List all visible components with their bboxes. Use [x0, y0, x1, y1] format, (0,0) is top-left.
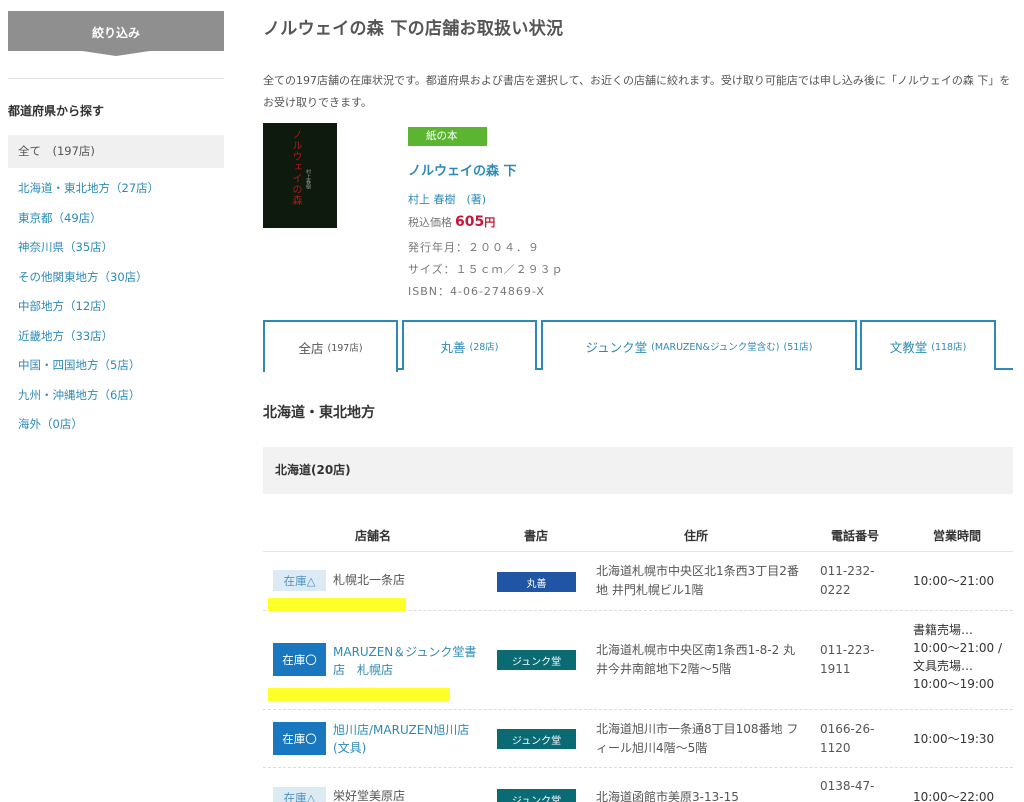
header-store-name: 店舗名 — [355, 529, 392, 543]
book-cover[interactable]: ノルウェイの森 村上春樹 — [263, 123, 337, 228]
tab-count: (28店) — [469, 342, 499, 353]
table-row: 在庫〇 旭川店/MARUZEN旭川店(文具) ジュンク堂 北海道旭川市一条通8丁… — [263, 711, 1013, 768]
tab-sublabel: (MARUZEN&ジュンク堂含む) — [651, 342, 780, 353]
sidebar-divider — [8, 78, 224, 79]
book-title-link[interactable]: ノルウェイの森 下 — [408, 160, 788, 179]
store-phone: 011-223-1911 — [820, 643, 875, 676]
store-address: 北海道札幌市中央区南1条西1-8-2 丸井今井南館地下2階～5階 — [596, 643, 796, 676]
store-name-link[interactable]: 旭川店/MARUZEN旭川店(文具) — [333, 721, 483, 757]
author-link[interactable]: 村上 春樹 (著) — [408, 191, 788, 207]
publish-date: 発行年月：２００４．９ — [408, 241, 540, 254]
store-tabs: 全店 (197店) 丸善 (28店) ジュンク堂 (MARUZEN&ジュンク堂含む)(… — [263, 320, 1013, 372]
highlight-mark — [268, 598, 406, 611]
book-cover-title: ノルウェイの森 — [290, 129, 301, 206]
tab-label: 全店 — [298, 340, 324, 356]
store-hours: 10:00～22:00 — [913, 790, 995, 802]
price-label: 税込価格 — [408, 216, 452, 229]
sidebar-item-overseas[interactable]: 海外（0店） — [8, 410, 224, 440]
store-hours: 書籍売場… 10:00～21:00 / 文具売場… 10:00～19:00 — [913, 623, 1003, 691]
store-name: 札幌北一条店 — [333, 573, 406, 587]
header-address: 住所 — [684, 529, 709, 543]
price: 税込価格 605円 — [408, 212, 788, 232]
filter-button[interactable]: 絞り込み — [8, 11, 224, 51]
sidebar-item-hokkaido-tohoku[interactable]: 北海道・東北地方（27店） — [8, 174, 224, 204]
sidebar-item-chugoku-shikoku[interactable]: 中国・四国地方（5店） — [8, 351, 224, 381]
sidebar-item-all[interactable]: 全て (197店) — [8, 135, 224, 168]
tab-count: (197店) — [327, 343, 363, 354]
sidebar-heading: 都道府県から探す — [8, 104, 105, 118]
store-phone: 011-232-0222 — [820, 564, 875, 597]
header-shop: 書店 — [524, 529, 549, 543]
shop-badge: 丸善 — [497, 572, 576, 592]
store-address: 北海道旭川市一条通8丁目108番地 フィール旭川4階～5階 — [596, 722, 799, 755]
store-phone: 0166-26-1120 — [820, 722, 875, 755]
page-title: ノルウェイの森 下の店舗お取扱い状況 — [263, 19, 564, 39]
paper-book-badge: 紙の本 — [408, 127, 487, 146]
stock-status-badge[interactable]: 在庫△ — [273, 570, 326, 591]
table-row: 在庫△ 栄好堂美原店 ジュンク堂 北海道函館市美原3-13-15 0138-47… — [263, 769, 1013, 802]
page-description: 全ての197店舗の在庫状況です。都道府県および書店を選択して、お近くの店舗に絞れ… — [263, 74, 1011, 109]
prefecture-list: 全て (197店) 北海道・東北地方（27店） 東京都（49店） 神奈川県（35… — [8, 135, 224, 440]
table-header: 店舗名 書店 住所 電話番号 営業時間 — [263, 520, 1013, 552]
tab-bunkyodo[interactable]: 文教堂 (118店) — [860, 320, 996, 370]
store-phone: 0138-47- — [820, 779, 875, 793]
shop-badge: ジュンク堂 — [497, 789, 576, 802]
stock-status-badge[interactable]: 在庫△ — [273, 787, 326, 802]
book-size: サイズ：１５ｃｍ／２９３ｐ — [408, 263, 564, 276]
store-address: 北海道札幌市中央区北1条西3丁目2番地 井門札幌ビル1階 — [596, 564, 799, 597]
tab-label: 丸善 — [440, 339, 466, 355]
store-name: 栄好堂美原店 — [333, 789, 406, 802]
sidebar-item-other-kanto[interactable]: その他関東地方（30店） — [8, 263, 224, 293]
tab-label: ジュンク堂 — [585, 339, 648, 355]
tab-maruzen[interactable]: 丸善 (28店) — [402, 320, 537, 370]
sidebar-item-chubu[interactable]: 中部地方（12店） — [8, 292, 224, 322]
store-address: 北海道函館市美原3-13-15 — [596, 790, 739, 802]
store-name-link[interactable]: MARUZEN＆ジュンク堂書店 札幌店 — [333, 643, 483, 679]
price-value: 605 — [455, 214, 485, 230]
region-heading: 北海道・東北地方 — [263, 405, 375, 421]
tab-all-stores[interactable]: 全店 (197店) — [263, 320, 398, 372]
header-phone: 電話番号 — [831, 529, 880, 543]
stock-status-badge[interactable]: 在庫〇 — [273, 643, 326, 676]
sidebar-item-tokyo[interactable]: 東京都（49店） — [8, 204, 224, 234]
store-hours: 10:00～19:30 — [913, 732, 995, 746]
tab-count: (51店) — [783, 342, 813, 353]
stock-status-badge[interactable]: 在庫〇 — [273, 722, 326, 755]
sidebar-item-kyushu-okinawa[interactable]: 九州・沖縄地方（6店） — [8, 381, 224, 411]
sidebar-item-kinki[interactable]: 近畿地方（33店） — [8, 322, 224, 352]
tab-junkudo[interactable]: ジュンク堂 (MARUZEN&ジュンク堂含む) (51店) — [541, 320, 857, 370]
isbn: ISBN：4-06-274869-X — [408, 285, 545, 298]
highlight-mark — [268, 688, 450, 701]
store-hours: 10:00～21:00 — [913, 574, 995, 588]
tab-count: (118店) — [931, 342, 967, 353]
shop-badge: ジュンク堂 — [497, 650, 576, 670]
book-info: 紙の本 ノルウェイの森 下 村上 春樹 (著) 税込価格 605円 発行年月：２０… — [408, 124, 788, 303]
price-unit: 円 — [484, 216, 496, 229]
book-cover-author: 村上春樹 — [305, 169, 311, 189]
sidebar-item-kanagawa[interactable]: 神奈川県（35店） — [8, 233, 224, 263]
tab-label: 文教堂 — [889, 339, 928, 355]
shop-badge: ジュンク堂 — [497, 729, 576, 749]
sidebar: 絞り込み 都道府県から探す 全て (197店) 北海道・東北地方（27店） 東京… — [0, 0, 232, 802]
prefecture-heading: 北海道(20店) — [263, 447, 1013, 494]
header-hours: 営業時間 — [933, 529, 982, 543]
